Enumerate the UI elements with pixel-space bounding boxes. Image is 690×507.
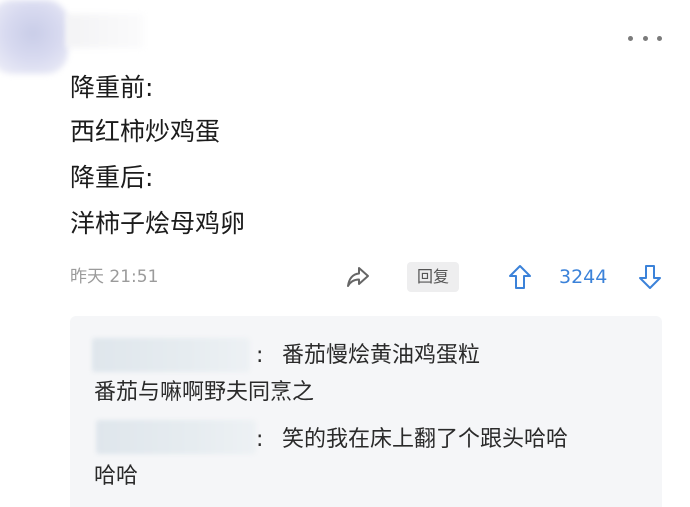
avatar[interactable]: [0, 0, 68, 74]
post-line-3: 降重后:: [70, 163, 154, 192]
reply-colon: :: [256, 343, 264, 368]
more-icon[interactable]: [628, 30, 662, 46]
share-icon[interactable]: [344, 263, 372, 291]
post-line-2: 西红柿炒鸡蛋: [70, 117, 221, 146]
downvote-arrow-icon[interactable]: [637, 263, 663, 291]
more-dot: [642, 35, 648, 41]
reply-author-redacted[interactable]: [92, 338, 250, 372]
timestamp: 昨天 21:51: [70, 267, 159, 287]
vote-count: 3244: [559, 266, 608, 288]
reply-button[interactable]: 回复: [407, 262, 459, 292]
reply-colon: :: [256, 427, 264, 452]
reply-author-redacted[interactable]: [96, 420, 256, 454]
reply-text-2-line-2: 哈哈: [94, 464, 139, 489]
reply-text-1-line-2: 番茄与嘛啊野夫同烹之: [94, 380, 315, 405]
reply-text-1-line-1: 番茄慢烩黄油鸡蛋粒: [282, 343, 481, 368]
post-line-1: 降重前:: [70, 73, 154, 102]
reply-text-2-line-1: 笑的我在床上翻了个跟头哈哈: [282, 427, 569, 452]
more-dot: [657, 35, 662, 41]
username-redacted[interactable]: [66, 14, 144, 48]
post-line-4: 洋柿子烩母鸡卵: [70, 209, 246, 238]
upvote-arrow-icon[interactable]: [507, 263, 533, 291]
replies-panel[interactable]: : 番茄慢烩黄油鸡蛋粒 番茄与嘛啊野夫同烹之 : 笑的我在床上翻了个跟头哈哈 哈…: [70, 316, 662, 507]
more-dot: [628, 35, 633, 41]
